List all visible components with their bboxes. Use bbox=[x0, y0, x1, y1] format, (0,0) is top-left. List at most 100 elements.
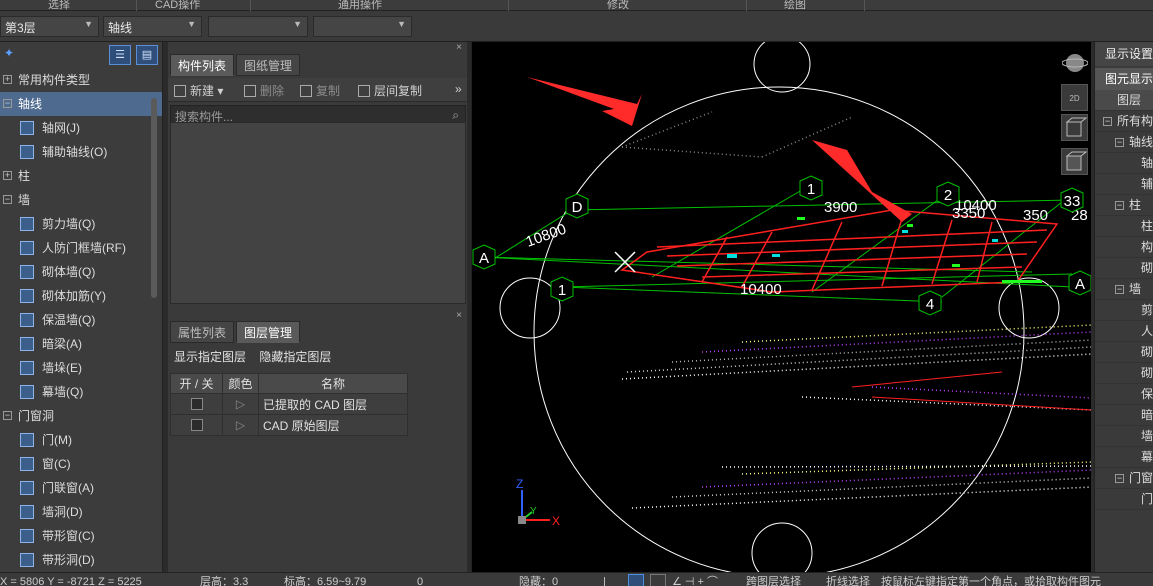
snap-icons[interactable]: ∠ ⊣ + ⌒ bbox=[672, 573, 718, 586]
copy-component-button[interactable]: 复制 bbox=[300, 82, 340, 99]
tree-category[interactable]: − 门窗洞 bbox=[0, 404, 162, 428]
tree-category[interactable]: − 墙 bbox=[0, 188, 162, 212]
tree-item[interactable]: 辅助轴线(O) bbox=[0, 140, 162, 164]
display-tree-item[interactable]: 人 bbox=[1095, 321, 1153, 342]
display-tree-item[interactable]: − 墙 bbox=[1095, 279, 1153, 300]
tab-component-list[interactable]: 构件列表 bbox=[170, 54, 235, 76]
collapse-icon[interactable]: − bbox=[1115, 474, 1124, 483]
tree-category[interactable]: + 常用构件类型 bbox=[0, 68, 162, 92]
display-tree-item[interactable]: 保 bbox=[1095, 384, 1153, 405]
collapse-icon[interactable]: − bbox=[1103, 117, 1112, 126]
cube-top-view-icon[interactable] bbox=[1061, 114, 1088, 141]
layer-toggle-checkbox[interactable] bbox=[190, 398, 203, 410]
tree-item[interactable]: 砌体加筋(Y) bbox=[0, 284, 162, 308]
display-tree-label: 幕 bbox=[1141, 450, 1153, 464]
grid-icon bbox=[20, 121, 34, 135]
collapse-icon[interactable]: − bbox=[1115, 285, 1124, 294]
snap-toggle-button[interactable] bbox=[628, 574, 644, 586]
collapse-icon[interactable]: − bbox=[1115, 138, 1124, 147]
tab-layer-management[interactable]: 图层管理 bbox=[236, 321, 301, 343]
masonry-rebar-icon bbox=[20, 289, 34, 303]
display-tree-item[interactable]: 剪 bbox=[1095, 300, 1153, 321]
2d-view-icon[interactable]: 2D bbox=[1061, 84, 1088, 111]
collapse-icon[interactable]: − bbox=[1115, 201, 1124, 210]
tree-item[interactable]: 门(M) bbox=[0, 428, 162, 452]
display-tree-item[interactable]: 砌 bbox=[1095, 363, 1153, 384]
divider-icon: | bbox=[603, 576, 606, 586]
display-tree-item[interactable]: 轴 bbox=[1095, 153, 1153, 174]
display-tree-item[interactable]: 辅 bbox=[1095, 174, 1153, 195]
drawing-viewport[interactable]: 10800 3900 10400 3350 350 10400 28 A D 1… bbox=[471, 42, 1091, 572]
3d-model-view[interactable]: 10800 3900 10400 3350 350 10400 28 A D 1… bbox=[472, 42, 1091, 572]
tree-item[interactable]: 墙洞(D) bbox=[0, 500, 162, 524]
table-row[interactable]: ▷ 已提取的 CAD 图层 bbox=[170, 393, 408, 415]
cross-layer-select-button[interactable]: 跨图层选择 bbox=[746, 573, 801, 586]
collapse-icon[interactable]: − bbox=[3, 99, 12, 108]
display-tree-item[interactable]: 墙 bbox=[1095, 426, 1153, 447]
display-tree-item[interactable]: − 门窗 bbox=[1095, 468, 1153, 489]
collapse-icon[interactable]: − bbox=[3, 195, 12, 204]
tree-item[interactable]: 人防门框墙(RF) bbox=[0, 236, 162, 260]
tree-item[interactable]: 保温墙(Q) bbox=[0, 308, 162, 332]
tree-item-label: 门联窗(A) bbox=[42, 481, 94, 495]
display-tree-item[interactable]: − 所有构 bbox=[1095, 111, 1153, 132]
close-icon[interactable]: × bbox=[456, 42, 462, 53]
hide-layer-button[interactable]: 隐藏指定图层 bbox=[259, 350, 331, 364]
tree-item[interactable]: 轴网(J) bbox=[0, 116, 162, 140]
expand-icon[interactable]: + bbox=[3, 171, 12, 180]
sphere-view-icon[interactable] bbox=[1061, 50, 1088, 77]
floor-copy-button[interactable]: 层间复制 bbox=[358, 82, 422, 99]
delete-component-button[interactable]: 删除 bbox=[244, 82, 284, 99]
search-icon[interactable]: ⌕ bbox=[452, 108, 459, 123]
sub-component-dropdown[interactable]: ▼ bbox=[313, 16, 412, 37]
tree-category[interactable]: + 柱 bbox=[0, 164, 162, 188]
display-tree-item[interactable]: − 柱 bbox=[1095, 195, 1153, 216]
component-list[interactable] bbox=[170, 122, 466, 304]
display-tree-label: 辅 bbox=[1141, 177, 1153, 191]
tree-item[interactable]: 带形窗(C) bbox=[0, 524, 162, 548]
polyline-select-button[interactable]: 折线选择 bbox=[826, 573, 870, 586]
copy-label: 复制 bbox=[316, 84, 341, 98]
new-component-button[interactable]: 新建 ▾ bbox=[174, 82, 223, 99]
tab-drawing-management[interactable]: 图纸管理 bbox=[236, 54, 301, 76]
display-tree-item[interactable]: 门 bbox=[1095, 489, 1153, 510]
layer-toggle-checkbox[interactable] bbox=[190, 419, 203, 431]
ortho-toggle-button[interactable] bbox=[650, 574, 666, 586]
display-tree-item[interactable]: 砌 bbox=[1095, 258, 1153, 279]
more-actions-icon[interactable]: » bbox=[455, 82, 462, 96]
cube-iso-view-icon[interactable] bbox=[1061, 148, 1088, 175]
tree-scrollbar[interactable] bbox=[151, 98, 157, 298]
tree-item[interactable]: 窗(C) bbox=[0, 452, 162, 476]
tree-item[interactable]: 墙垛(E) bbox=[0, 356, 162, 380]
component-dropdown[interactable]: ▼ bbox=[208, 16, 308, 37]
tree-item[interactable]: 暗梁(A) bbox=[0, 332, 162, 356]
display-tree-item[interactable]: 砌 bbox=[1095, 342, 1153, 363]
display-tree-item[interactable]: − 轴线 bbox=[1095, 132, 1153, 153]
table-row[interactable]: ▷ CAD 原始图层 bbox=[170, 414, 408, 436]
category-dropdown[interactable]: 轴线 ▼ bbox=[103, 16, 202, 37]
show-layer-button[interactable]: 显示指定图层 bbox=[174, 350, 246, 364]
display-tree-item[interactable]: 暗 bbox=[1095, 405, 1153, 426]
close-icon[interactable]: × bbox=[456, 310, 462, 321]
collapse-icon[interactable]: − bbox=[3, 411, 12, 420]
floor-dropdown[interactable]: 第3层 ▼ bbox=[0, 16, 99, 37]
tree-category[interactable]: − 轴线 bbox=[0, 92, 162, 116]
tree-item[interactable]: 剪力墙(Q) bbox=[0, 212, 162, 236]
tree-item[interactable]: 门联窗(A) bbox=[0, 476, 162, 500]
tree-item[interactable]: 带形洞(D) bbox=[0, 548, 162, 572]
tab-element-display[interactable]: 图元显示 bbox=[1095, 68, 1153, 90]
display-tree-item[interactable]: 柱 bbox=[1095, 216, 1153, 237]
tab-property-list[interactable]: 属性列表 bbox=[170, 321, 235, 343]
list-view-icon[interactable]: ☰ bbox=[109, 45, 131, 65]
right-knob bbox=[998, 277, 1060, 339]
color-swatch[interactable]: ▷ bbox=[222, 414, 259, 436]
display-tree-item[interactable]: 构 bbox=[1095, 237, 1153, 258]
tree-item[interactable]: 砌体墙(Q) bbox=[0, 260, 162, 284]
sparkle-icon[interactable]: ✦ bbox=[4, 46, 14, 60]
color-swatch[interactable]: ▷ bbox=[222, 393, 259, 415]
display-tree-item[interactable]: 幕 bbox=[1095, 447, 1153, 468]
tree-item[interactable]: 幕墙(Q) bbox=[0, 380, 162, 404]
expand-icon[interactable]: + bbox=[3, 75, 12, 84]
ribbon-bar: 选择 CAD操作 通用操作 修改 绘图 bbox=[0, 0, 1153, 11]
panel-view-icon[interactable]: ▤ bbox=[136, 45, 158, 65]
